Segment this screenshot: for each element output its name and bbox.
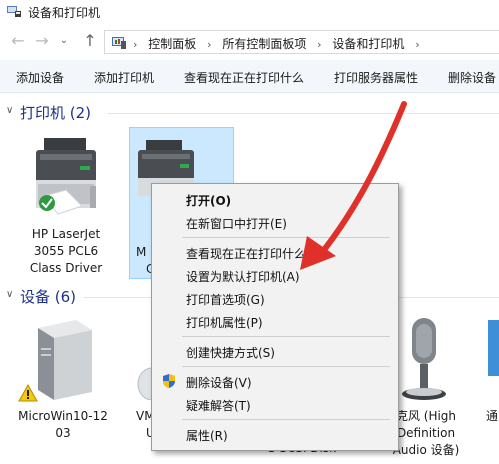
menu-separator <box>182 237 390 238</box>
add-printer-button[interactable]: 添加打印机 <box>94 69 154 86</box>
menu-item-troubleshoot[interactable]: 疑难解答(T) <box>186 397 251 414</box>
control-panel-icon <box>111 35 127 53</box>
address-row: ← → ⌄ ↑ › 控制面板 › 所有控制面板项 › 设备和打印机 › <box>0 28 499 56</box>
printer-name-line: HP LaserJet <box>31 227 101 241</box>
breadcrumb-separator[interactable]: › <box>415 38 419 51</box>
devices-section-label: 设备 (6) <box>20 288 77 306</box>
menu-item-printer-properties[interactable]: 打印机属性(P) <box>186 314 263 331</box>
menu-item-see-printing[interactable]: 查看现在正在打印什么(E) <box>186 245 323 262</box>
command-bar: 添加设备 添加打印机 查看现在正在打印什么 打印服务器属性 删除设备 <box>0 60 499 93</box>
device-tile-edge[interactable]: 通 <box>484 312 499 442</box>
menu-item-create-shortcut[interactable]: 创建快捷方式(S) <box>186 344 275 361</box>
breadcrumb-separator[interactable]: › <box>317 38 321 51</box>
arrow-left-icon[interactable]: ← <box>8 31 28 51</box>
chevron-down-icon[interactable]: ∨ <box>6 105 13 116</box>
arrow-up-icon[interactable]: ↑ <box>80 31 100 51</box>
printer-name-line: Class Driver <box>29 261 103 275</box>
menu-separator <box>182 366 390 367</box>
window-title: 设备和打印机 <box>28 6 101 20</box>
arrow-right-icon[interactable]: → <box>32 31 52 51</box>
breadcrumb-separator: › <box>133 38 138 51</box>
see-whats-printing-button[interactable]: 查看现在正在打印什么 <box>184 69 304 86</box>
check-mark-icon <box>38 194 56 217</box>
monitor-icon <box>488 320 499 385</box>
printer-name-line: 3055 PCL6 <box>33 244 99 258</box>
breadcrumb-devices-printers[interactable]: 设备和打印机 <box>332 37 404 51</box>
menu-item-open[interactable]: 打开(O) <box>186 192 231 209</box>
printer-tile-hp[interactable]: HP LaserJet 3055 PCL6 Class Driver <box>14 130 118 280</box>
breadcrumb: › 控制面板 › 所有控制面板项 › 设备和打印机 › <box>133 35 427 52</box>
devices-printers-icon <box>6 5 22 18</box>
add-device-button[interactable]: 添加设备 <box>16 69 64 86</box>
device-name-line: 通 <box>486 409 499 423</box>
breadcrumb-control-panel[interactable]: 控制面板 <box>148 37 196 51</box>
menu-separator <box>182 336 390 337</box>
chevron-down-icon[interactable]: ⌄ <box>54 31 74 51</box>
device-tile-computer[interactable]: MicroWin10-12 03 <box>8 312 118 452</box>
printers-section-label: 打印机 (2) <box>20 104 92 122</box>
menu-item-properties[interactable]: 属性(R) <box>186 427 228 444</box>
uac-shield-icon <box>162 373 176 392</box>
computer-tower-icon <box>28 318 100 409</box>
context-menu: 打开(O) 在新窗口中打开(E) 查看现在正在打印什么(E) 设置为默认打印机(… <box>151 183 399 451</box>
menu-item-open-new-window[interactable]: 在新窗口中打开(E) <box>186 215 287 232</box>
device-name-line: MicroWin10-12 <box>18 409 108 423</box>
menu-separator <box>182 419 390 420</box>
menu-item-remove-device[interactable]: 删除设备(V) <box>186 374 252 391</box>
warning-icon <box>18 383 38 407</box>
breadcrumb-separator[interactable]: › <box>207 38 211 51</box>
menu-item-printing-preferences[interactable]: 打印首选项(G) <box>186 291 265 308</box>
printers-section-header[interactable]: ∨ 打印机 (2) <box>4 102 499 124</box>
menu-item-set-default-printer[interactable]: 设置为默认打印机(A) <box>186 268 300 285</box>
device-name-line: 03 <box>55 426 71 440</box>
print-server-properties-button[interactable]: 打印服务器属性 <box>334 69 418 86</box>
address-bar[interactable]: › 控制面板 › 所有控制面板项 › 设备和打印机 › <box>104 30 499 54</box>
title-bar: 设备和打印机 <box>0 0 499 24</box>
microphone-icon <box>398 316 450 409</box>
breadcrumb-all-items[interactable]: 所有控制面板项 <box>222 37 306 51</box>
chevron-down-icon[interactable]: ∨ <box>6 289 13 300</box>
section-divider <box>108 113 499 114</box>
remove-device-button[interactable]: 删除设备 <box>448 69 496 86</box>
